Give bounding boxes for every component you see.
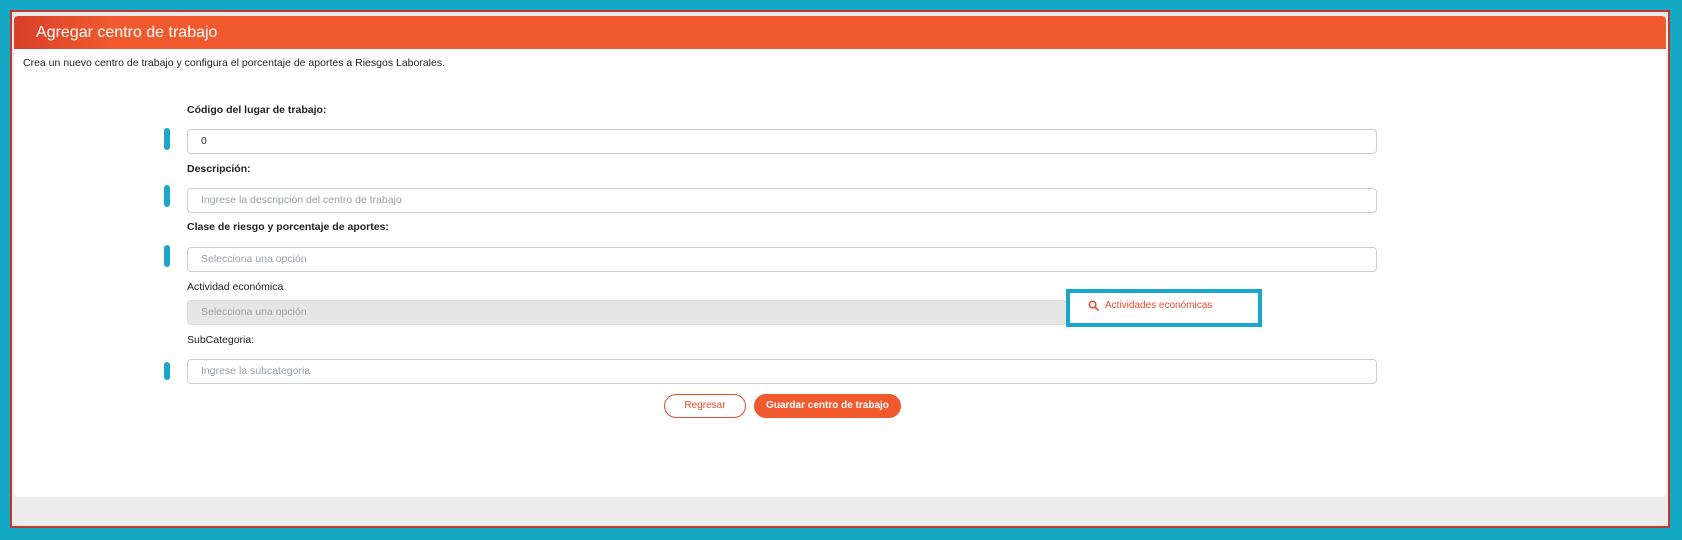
clase-riesgo-select[interactable]: Selecciona una opción [187, 247, 1377, 272]
required-marker [164, 362, 170, 380]
codigo-input[interactable]: 0 [187, 129, 1377, 154]
actividad-label: Actividad económica [187, 281, 284, 293]
descripcion-label: Descripción: [187, 163, 251, 175]
required-marker [164, 245, 170, 267]
card-title: Agregar centro de trabajo [14, 16, 1666, 49]
back-button[interactable]: Regresar [664, 394, 746, 418]
actividades-lookup-link[interactable]: Actividades económicas [1088, 300, 1212, 311]
save-work-center-button[interactable]: Guardar centro de trabajo [754, 394, 901, 418]
subcategoria-input[interactable]: Ingrese la subcategoria [187, 359, 1377, 384]
required-marker [164, 128, 170, 150]
required-marker [164, 185, 170, 207]
actividad-select[interactable]: Selecciona una opción [187, 300, 1067, 325]
subcategoria-label: SubCategoria: [187, 334, 255, 346]
codigo-label: Código del lugar de trabajo: [187, 104, 327, 116]
descripcion-input[interactable]: Ingrese la descripción del centro de tra… [187, 188, 1377, 213]
actividades-lookup-highlight: Actividades económicas [1066, 289, 1262, 327]
form-intro-text: Crea un nuevo centro de trabajo y config… [23, 57, 446, 69]
search-icon [1088, 300, 1099, 311]
actividades-lookup-label: Actividades económicas [1105, 300, 1213, 311]
clase-riesgo-label: Clase de riesgo y porcentaje de aportes: [187, 221, 389, 233]
